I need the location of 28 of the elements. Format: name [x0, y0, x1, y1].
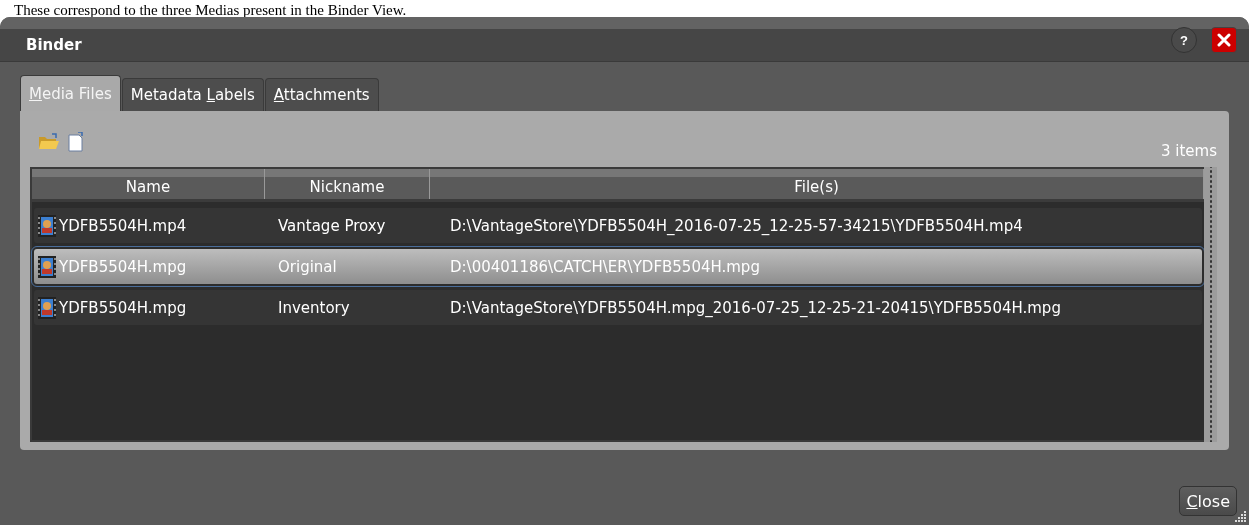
close-button[interactable]: Close — [1179, 486, 1237, 516]
nickname-cell-text: Original — [277, 257, 338, 276]
file-name: YDFB5504H.mp4 — [59, 216, 187, 235]
nickname-cell-text: Inventory — [277, 298, 351, 317]
resize-grip-icon[interactable] — [1233, 509, 1247, 523]
column-header[interactable]: Nickname — [265, 169, 430, 199]
close-icon[interactable] — [1211, 27, 1237, 53]
table-row[interactable]: YDFB5504H.mp4 Vantage Proxy D:\VantageStore\YDFB5504H_2016-07-25_12-25-57-34215\YDFB5504H.mp4 — [34, 208, 1202, 243]
file-path-cell-text: D:\VantageStore\YDFB5504H_2016-07-25_12-25-57-34215\YDFB5504H.mp4 — [449, 216, 1023, 235]
film-icon — [38, 255, 56, 278]
nickname-cell-text: Vantage Proxy — [277, 216, 387, 235]
file-path-cell-text: D:\VantageStore\YDFB5504H.mpg_2016-07-25_12-25-21-20415\YDFB5504H.mpg — [449, 298, 1061, 317]
column-header[interactable]: Name — [32, 169, 265, 199]
table-row[interactable]: YDFB5504H.mpg Inventory D:\VantageStore\YDFB5504H.mpg_2016-07-25_12-25-21-20415\YDFB5504H.mpg — [34, 290, 1202, 325]
file-path-cell-text: D:\00401186\CATCH\ER\YDFB5504H.mpg — [449, 257, 760, 276]
folder-icon[interactable] — [38, 133, 60, 151]
file-name: YDFB5504H.mpg — [59, 298, 187, 317]
film-icon — [38, 296, 56, 319]
window-title: Binder — [26, 36, 82, 54]
splitter-grip[interactable] — [1204, 167, 1217, 442]
film-icon — [38, 214, 56, 237]
document-icon[interactable] — [68, 132, 84, 152]
help-button[interactable]: ? — [1171, 27, 1197, 53]
file-name: YDFB5504H.mpg — [59, 257, 187, 276]
caption-text: These correspond to the three Medias present in the Binder View. — [13, 2, 407, 19]
item-count: 3 items — [1161, 142, 1217, 160]
tab[interactable]: Attachments — [264, 78, 379, 111]
tab[interactable]: Metadata Labels — [121, 78, 264, 111]
